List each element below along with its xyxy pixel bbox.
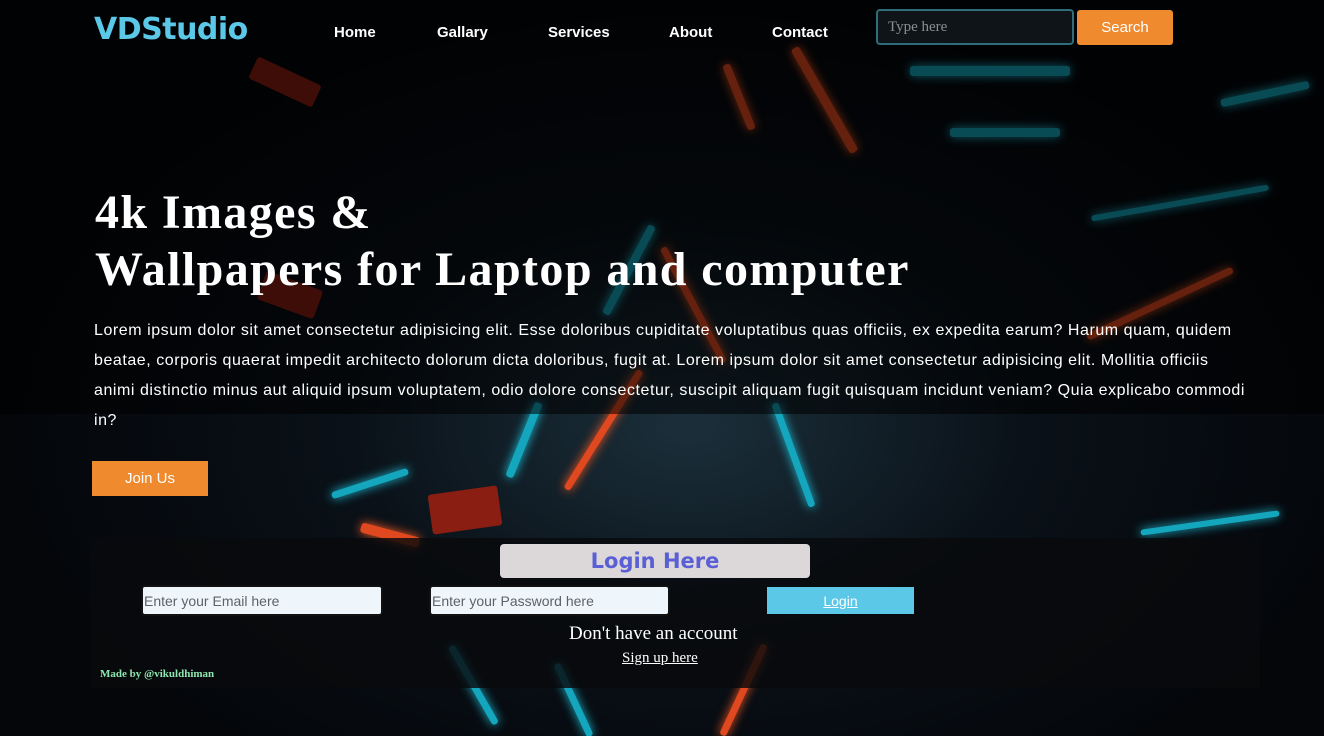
login-button[interactable]: Login bbox=[767, 587, 914, 614]
hero-description: Lorem ipsum dolor sit amet consectetur a… bbox=[94, 322, 1245, 429]
search-input[interactable] bbox=[876, 9, 1074, 45]
nav-contact-link[interactable]: Contact bbox=[772, 24, 828, 41]
signup-link[interactable]: Sign up here bbox=[622, 650, 698, 667]
search-button[interactable]: Search bbox=[1077, 10, 1173, 45]
hero-title: 4k Images & Wallpapers for Laptop and co… bbox=[95, 184, 910, 298]
email-field[interactable] bbox=[141, 585, 383, 616]
login-heading: Login Here bbox=[500, 544, 810, 578]
nav-services-link[interactable]: Services bbox=[548, 24, 610, 41]
site-logo[interactable]: VDStudio bbox=[94, 12, 248, 47]
nav-gallary-link[interactable]: Gallary bbox=[437, 24, 488, 41]
hero-title-line1: 4k Images & bbox=[95, 186, 372, 239]
nav-home-link[interactable]: Home bbox=[334, 24, 376, 41]
hero-title-line2: Wallpapers for Laptop and computer bbox=[95, 243, 910, 296]
nav-about-link[interactable]: About bbox=[669, 24, 712, 41]
password-field[interactable] bbox=[429, 585, 670, 616]
no-account-text: Don't have an account bbox=[569, 623, 738, 644]
join-us-button[interactable]: Join Us bbox=[92, 461, 208, 496]
author-credit: Made by @vikuldhiman bbox=[100, 668, 215, 680]
